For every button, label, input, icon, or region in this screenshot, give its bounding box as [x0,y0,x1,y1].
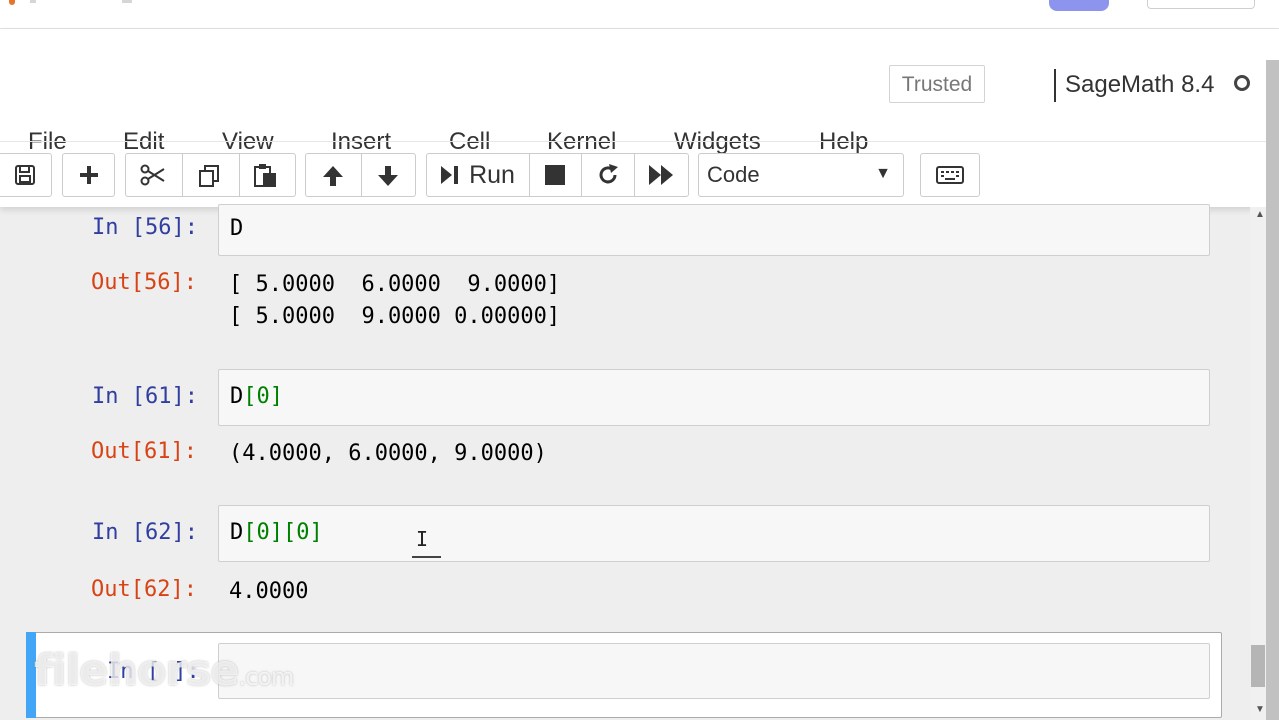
text-cursor-icon: I [416,527,429,551]
stop-icon[interactable] [545,165,565,185]
watermark-domain: .com [238,663,294,691]
toolbar-divider [529,154,530,196]
code-index: [0] [243,520,283,545]
input-prompt: In [62]: [92,520,198,545]
output-prompt: Out[62]: [91,577,197,602]
scissors-icon[interactable] [140,164,166,186]
cell-type-value: Code [707,162,760,187]
kernel-name: SageMath 8.4 [1065,71,1215,98]
input-prompt: In [56]: [92,215,198,240]
chevron-down-icon: ▼ [875,165,891,182]
text-cursor-underline [412,556,441,558]
watermark-logo: filehorse.com [34,646,294,696]
scroll-thumb[interactable] [1251,645,1265,687]
cell-type-select[interactable]: Code ▼ [698,153,904,197]
comment-button[interactable] [1049,0,1109,11]
fast-forward-icon[interactable] [649,165,675,185]
command-palette-button[interactable] [920,153,980,197]
insert-cell-button[interactable] [62,153,115,197]
code-index: [0] [243,384,283,409]
code-input[interactable] [218,643,1210,699]
code-text: D [230,216,244,241]
toolbar-divider [634,154,635,196]
paste-icon[interactable] [253,163,279,189]
output-line: 4.0000 [229,579,309,604]
save-icon [14,164,36,186]
run-icon [441,165,459,185]
jupyter-logo-fragment [9,0,15,5]
save-button[interactable] [0,153,52,197]
title-fragment [122,0,132,3]
code-var: D [230,520,244,545]
toolbar-divider [182,154,183,196]
arrow-up-icon[interactable] [321,164,345,188]
output-prompt: Out[61]: [91,439,197,464]
toolbar-divider [581,154,582,196]
browser-top-strip [0,0,1279,29]
run-label: Run [469,160,515,189]
code-input[interactable]: D[0][0] [218,505,1210,562]
plus-icon [78,164,100,186]
output-prompt: Out[56]: [91,270,197,295]
code-text: D[0][0] [230,520,323,545]
title-fragment [30,0,36,3]
restart-icon[interactable] [596,163,620,187]
keyboard-icon [936,166,964,184]
notebook-container: In [56]: D Out[56]: [ 5.0000 6.0000 9.00… [0,204,1250,720]
code-input[interactable]: D[0] [218,369,1210,426]
toolbar-divider [0,141,1279,142]
move-button-group [305,153,416,197]
copy-icon[interactable] [197,164,221,188]
toolbar-divider [239,154,240,196]
kernel-separator [1054,69,1056,102]
output-line: [ 5.0000 9.0000 0.00000] [229,304,561,329]
toolbar-divider [361,154,362,196]
output-line: (4.0000, 6.0000, 9.0000) [229,441,547,466]
edit-button-group [125,153,296,197]
watermark-brand: filehorse [34,646,239,696]
code-index: [0] [283,520,323,545]
output-line: [ 5.0000 6.0000 9.0000] [229,272,561,297]
page-scrollbar[interactable] [1266,60,1279,720]
code-input[interactable]: D [218,204,1210,256]
code-text: D[0] [230,384,283,409]
arrow-down-icon[interactable] [376,164,400,188]
code-var: D [230,384,244,409]
logout-button[interactable] [1147,0,1255,9]
run-button[interactable]: Run [427,154,529,196]
input-prompt: In [61]: [92,384,198,409]
scroll-down-icon[interactable]: ▼ [1255,704,1265,715]
run-button-group: Run [426,153,689,197]
kernel-idle-icon [1234,75,1250,91]
trusted-indicator[interactable]: Trusted [889,65,985,103]
scroll-up-icon[interactable]: ▲ [1255,209,1265,220]
